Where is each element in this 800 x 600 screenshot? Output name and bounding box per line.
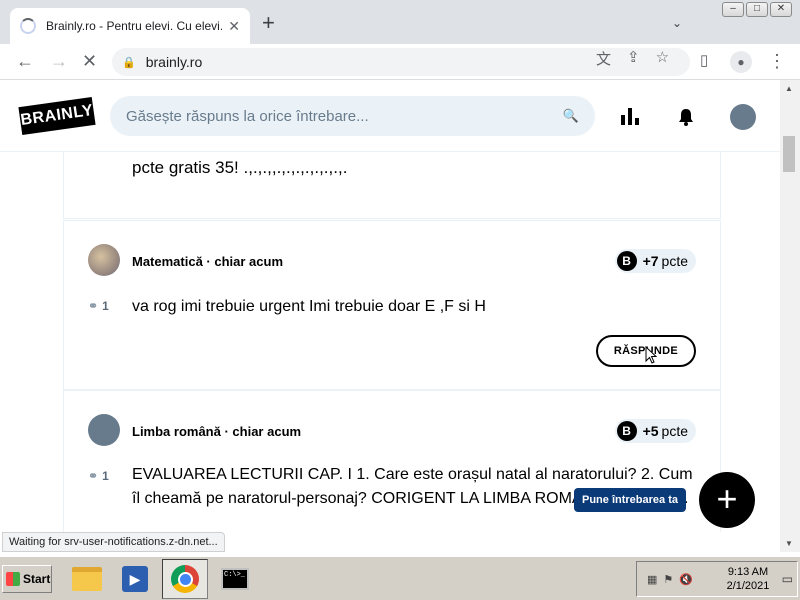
status-bar: Waiting for srv-user-notifications.z-dn.… xyxy=(2,532,225,552)
taskbar-media-player[interactable]: ▶ xyxy=(112,559,158,599)
window-controls: – □ ✕ xyxy=(722,2,792,17)
browser-tab[interactable]: Brainly.ro - Pentru elevi. Cu elevi. ✕ xyxy=(10,8,250,44)
omnibox-actions: 文 ⇪ ☆ xyxy=(596,48,669,69)
chrome-icon xyxy=(171,565,199,593)
points-unit: pcte xyxy=(661,253,688,269)
points-value: +7 xyxy=(642,253,659,269)
notifications-bell-icon[interactable] xyxy=(677,108,695,126)
brainly-points-icon: B xyxy=(616,421,637,441)
chrome-menu-icon[interactable]: ⋮ xyxy=(768,51,786,71)
show-desktop-icon[interactable]: ▭ xyxy=(782,572,793,586)
question-feed: pcte gratis 35! .,.,.,,.,.,.,.,.,.,.,. M… xyxy=(0,152,780,532)
question-text[interactable]: pcte gratis 35! .,.,.,,.,.,.,.,.,.,.,. xyxy=(132,158,347,178)
taskbar-chrome[interactable] xyxy=(162,559,208,599)
attachment-count: ⚭ 1 xyxy=(88,469,109,483)
taskbar-explorer[interactable] xyxy=(64,559,110,599)
new-tab-button[interactable]: + xyxy=(262,12,275,34)
share-icon[interactable]: ⇪ xyxy=(627,48,640,69)
asker-avatar[interactable] xyxy=(88,414,120,446)
brainly-logo[interactable]: BRAINLY xyxy=(18,96,96,136)
tab-close-icon[interactable]: ✕ xyxy=(228,18,240,35)
media-player-icon: ▶ xyxy=(122,566,148,592)
windows-flag-icon xyxy=(6,572,20,586)
translate-icon[interactable]: 文 xyxy=(596,48,611,69)
ask-question-tooltip[interactable]: Pune întrebarea ta xyxy=(574,488,686,512)
maximize-button[interactable]: □ xyxy=(746,2,768,17)
time-label: chiar acum xyxy=(214,254,284,269)
volume-muted-icon[interactable]: 🔇 xyxy=(679,573,693,586)
scroll-down-arrow-icon[interactable]: ▼ xyxy=(785,539,793,548)
search-icon[interactable]: 🔍 xyxy=(563,108,579,124)
browser-toolbar: ← → ✕ 🔒 brainly.ro 文 ⇪ ☆ ▯ ● ⋮ xyxy=(0,44,800,80)
user-avatar-icon[interactable] xyxy=(730,104,756,130)
minimize-button[interactable]: – xyxy=(722,2,744,17)
leaderboard-icon[interactable] xyxy=(621,108,639,125)
system-clock[interactable]: 9:13 AM 2/1/2021 xyxy=(723,565,773,593)
asker-avatar[interactable] xyxy=(88,244,120,276)
taskbar-cmd[interactable]: C:\>_ xyxy=(212,559,258,599)
tab-title: Brainly.ro - Pentru elevi. Cu elevi. xyxy=(46,19,223,33)
tray-icons: ▦ ⚑ 🔇 xyxy=(637,573,693,586)
paperclip-icon: ⚭ xyxy=(88,469,99,483)
ask-question-button[interactable]: + xyxy=(699,472,755,528)
points-unit: pcte xyxy=(661,423,688,439)
network-tray-icon[interactable]: ▦ xyxy=(647,573,657,586)
question-meta: Limba română · chiar acum xyxy=(132,424,302,439)
loading-spinner-icon xyxy=(20,18,36,34)
profile-avatar-icon[interactable]: ● xyxy=(730,51,752,73)
question-card: pcte gratis 35! .,.,.,,.,.,.,.,.,.,.,. xyxy=(63,152,721,219)
page-scrollbar[interactable]: ▲ ▼ xyxy=(780,80,800,552)
scrollbar-thumb[interactable] xyxy=(783,136,795,172)
question-meta: Matematică · chiar acum xyxy=(132,254,284,269)
clock-date: 2/1/2021 xyxy=(726,580,770,592)
system-tray: ▦ ⚑ 🔇 9:13 AM 2/1/2021 ▭ xyxy=(636,561,798,597)
clock-time: 9:13 AM xyxy=(727,566,769,578)
brainly-points-icon: B xyxy=(616,251,637,271)
time-label: chiar acum xyxy=(232,424,302,439)
subject-label[interactable]: Matematică xyxy=(132,254,203,269)
search-bar[interactable]: 🔍 xyxy=(110,96,595,136)
tab-search-chevron-icon[interactable]: ⌄ xyxy=(672,16,682,30)
browser-tab-strip: Brainly.ro - Pentru elevi. Cu elevi. ✕ +… xyxy=(0,0,800,44)
windows-taskbar: Start ▶ C:\>_ ▦ ⚑ 🔇 9:13 AM 2/1/2021 ▭ xyxy=(0,556,800,600)
question-text[interactable]: va rog imi trebuie urgent Imi trebuie do… xyxy=(132,295,692,319)
action-center-flag-icon[interactable]: ⚑ xyxy=(663,573,673,586)
paperclip-icon: ⚭ xyxy=(88,299,99,313)
subject-label[interactable]: Limba română xyxy=(132,424,221,439)
start-label: Start xyxy=(23,572,51,586)
bookmark-star-icon[interactable]: ☆ xyxy=(656,48,669,69)
folder-icon xyxy=(72,567,102,591)
attachment-count: ⚭ 1 xyxy=(88,299,109,313)
url-text: brainly.ro xyxy=(145,54,203,70)
back-arrow-icon[interactable]: ← xyxy=(16,51,34,71)
mouse-cursor-icon xyxy=(645,346,657,364)
points-value: +5 xyxy=(642,423,659,439)
start-button[interactable]: Start xyxy=(2,565,52,593)
points-badge: B +5 pcte xyxy=(614,419,696,443)
question-card: Matematică · chiar acum B +7 pcte ⚭ 1 va … xyxy=(63,220,721,390)
points-badge: B +7 pcte xyxy=(614,249,696,273)
command-prompt-icon: C:\>_ xyxy=(221,568,249,590)
forward-arrow-icon[interactable]: → xyxy=(50,51,68,71)
side-panel-icon[interactable]: ▯ xyxy=(700,51,708,71)
site-header: BRAINLY 🔍 xyxy=(0,80,780,152)
lock-icon[interactable]: 🔒 xyxy=(122,56,136,69)
scroll-up-arrow-icon[interactable]: ▲ xyxy=(785,84,793,93)
close-window-button[interactable]: ✕ xyxy=(770,2,792,17)
stop-loading-icon[interactable]: ✕ xyxy=(82,51,97,71)
search-input[interactable] xyxy=(126,107,563,125)
